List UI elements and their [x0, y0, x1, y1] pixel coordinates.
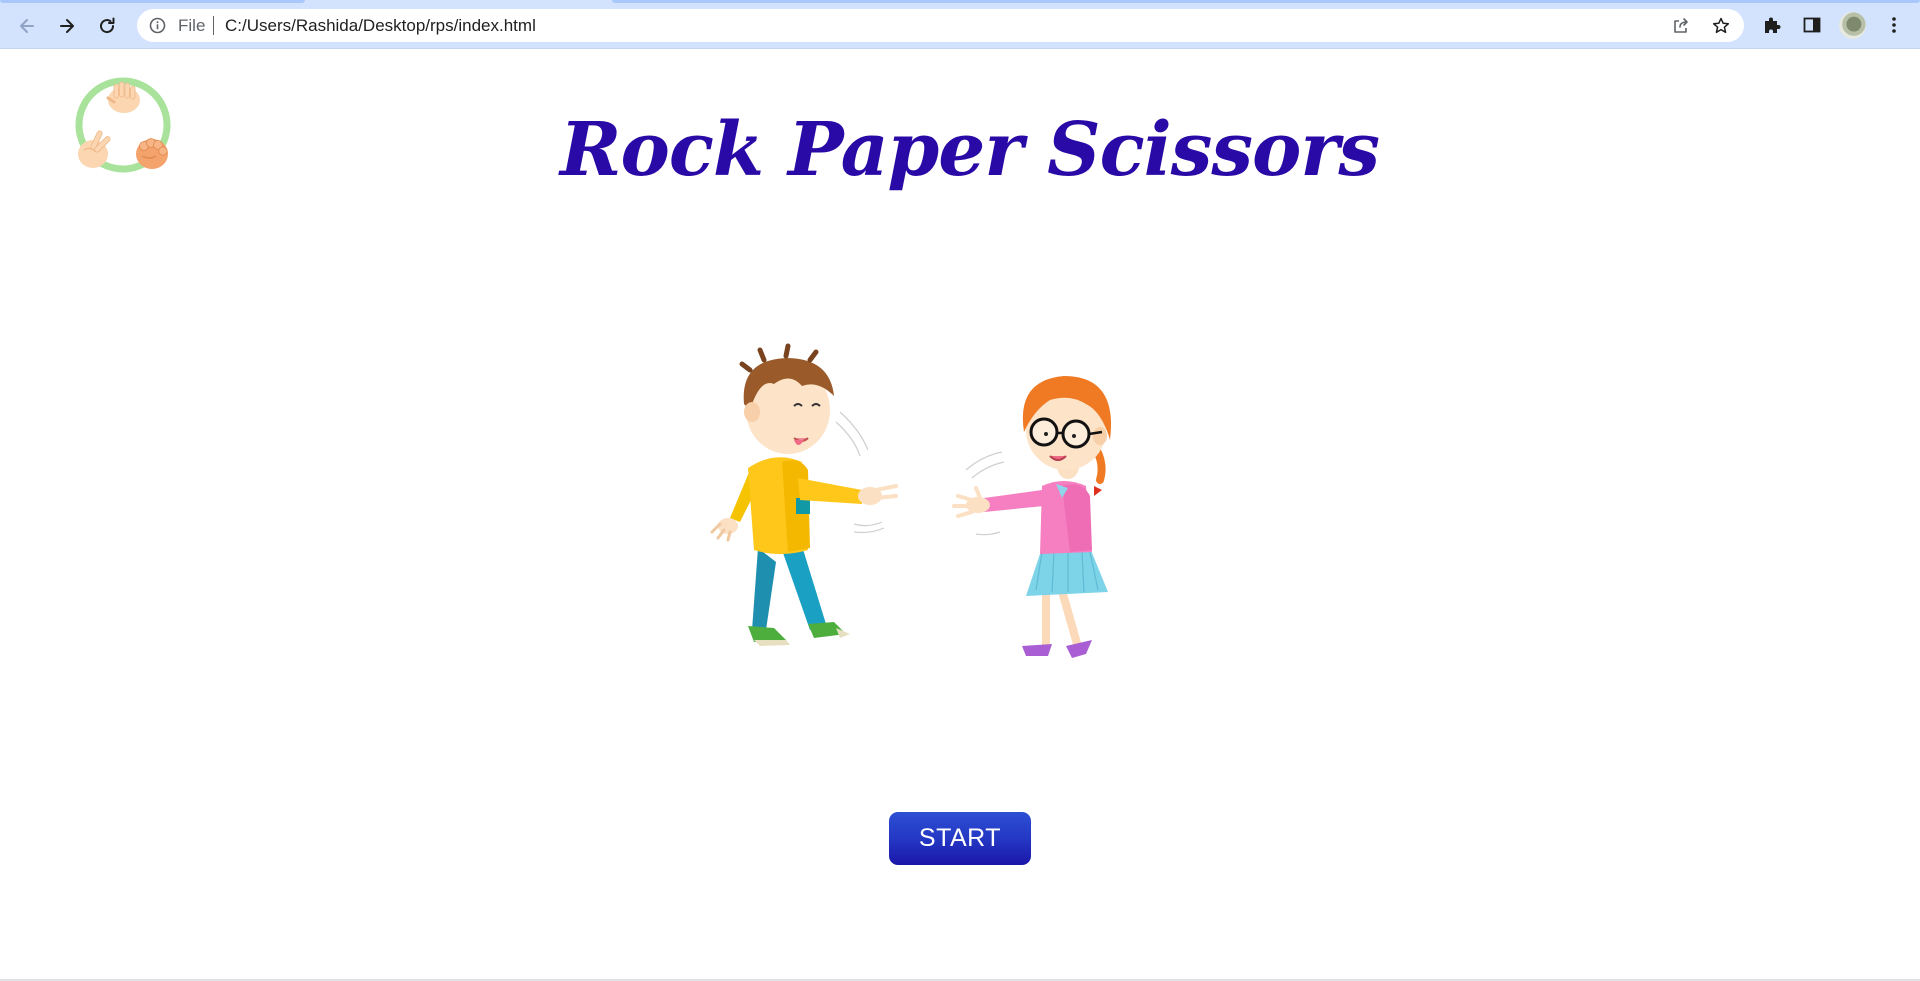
- reload-icon: [100, 17, 115, 34]
- kebab-menu-icon: [1892, 17, 1896, 33]
- scheme-label: File: [178, 16, 206, 35]
- side-panel-icon: [1803, 17, 1821, 33]
- browser-menu-button[interactable]: [1880, 11, 1908, 39]
- share-icon: [1674, 18, 1688, 33]
- profile-avatar[interactable]: [1839, 12, 1866, 39]
- paper-hand-icon: [106, 81, 140, 113]
- tab-strip-hint: [0, 0, 1920, 4]
- reload-button[interactable]: [90, 9, 124, 43]
- boy-figure: [710, 343, 898, 646]
- rps-logo-icon: [75, 77, 171, 173]
- address-bar[interactable]: File C:/Users/Rashida/Desktop/rps/index.…: [137, 9, 1744, 42]
- forward-button[interactable]: [50, 9, 84, 43]
- back-arrow-icon: [20, 19, 34, 33]
- browser-toolbar: File C:/Users/Rashida/Desktop/rps/index.…: [0, 0, 1920, 49]
- back-button[interactable]: [10, 9, 44, 43]
- scheme-divider: [213, 16, 214, 35]
- girl-figure: [952, 376, 1112, 658]
- page-title: Rock Paper Scissors: [560, 107, 1380, 193]
- puzzle-icon: [1765, 17, 1781, 33]
- info-icon[interactable]: [149, 17, 166, 34]
- star-icon: [1712, 17, 1730, 34]
- kids-illustration: [710, 343, 1112, 658]
- bookmark-button[interactable]: [1709, 14, 1733, 38]
- start-button[interactable]: START: [889, 812, 1031, 865]
- url-text[interactable]: C:/Users/Rashida/Desktop/rps/index.html: [225, 16, 536, 35]
- extensions-button[interactable]: [1758, 11, 1786, 39]
- share-button[interactable]: [1669, 14, 1693, 38]
- forward-arrow-icon: [60, 19, 74, 33]
- side-panel-button[interactable]: [1798, 11, 1826, 39]
